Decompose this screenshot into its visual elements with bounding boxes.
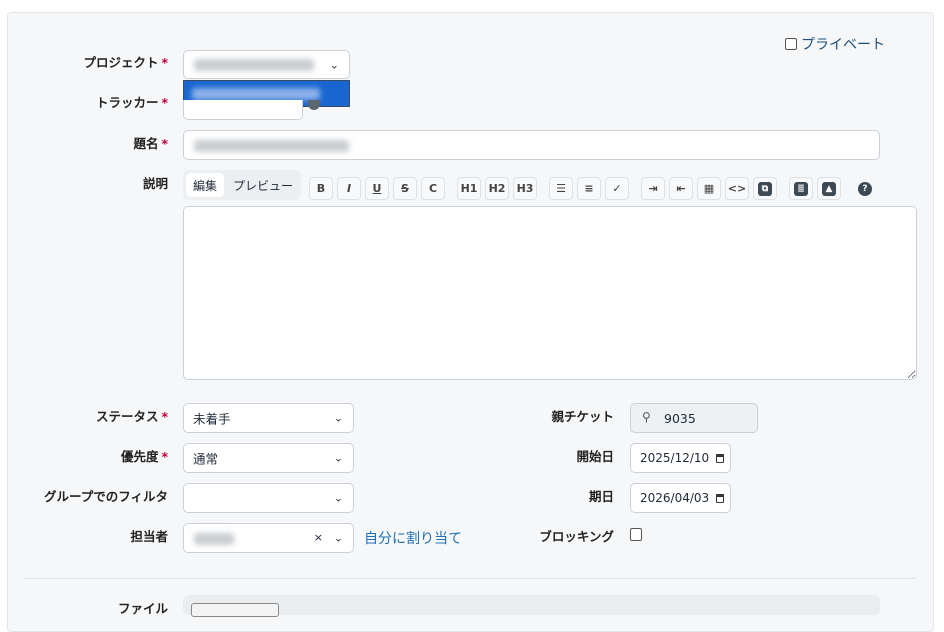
strikethrough-icon: S — [401, 182, 409, 195]
code-block-icon: <> — [727, 182, 747, 195]
italic-icon: I — [346, 182, 352, 195]
project-value-blurred — [194, 59, 314, 71]
bold-button[interactable]: B — [309, 177, 333, 200]
indent-left-button[interactable]: ⇤ — [669, 177, 693, 200]
tab-preview[interactable]: プレビュー — [233, 177, 293, 194]
status-select[interactable]: 未着手 ⌄ — [183, 403, 354, 433]
description-textarea[interactable] — [183, 206, 917, 380]
description-label: 説明 — [142, 176, 168, 191]
wiki-link-icon: ≣ — [794, 181, 808, 196]
calendar-icon[interactable] — [716, 494, 724, 503]
clear-icon[interactable]: × — [314, 531, 323, 544]
h3-button[interactable]: H3 — [513, 177, 537, 200]
chevron-down-icon: ⌄ — [329, 58, 339, 71]
tracker-label: トラッカー * — [95, 95, 168, 110]
h3-icon: H3 — [516, 182, 534, 195]
image-icon: ▲ — [822, 181, 836, 196]
choose-file-button[interactable] — [191, 603, 279, 617]
collapsed-block-button[interactable]: ⧉ — [753, 177, 777, 200]
editor-tabs: 編集 プレビュー — [183, 170, 301, 200]
assign-to-me-link[interactable]: 自分に割り当て — [364, 528, 462, 548]
private-checkbox-label[interactable]: プライベート — [785, 34, 885, 54]
bullet-list-button[interactable]: ☰ — [549, 177, 573, 200]
table-button[interactable]: ▦ — [697, 177, 721, 200]
start-date-label: 開始日 — [576, 449, 614, 464]
numbered-list-icon: ≡ — [584, 182, 594, 195]
divider — [24, 578, 916, 579]
italic-button[interactable]: I — [337, 177, 361, 200]
collapsed-block-icon: ⧉ — [758, 181, 772, 196]
start-date-input[interactable]: 2025/12/10 — [630, 443, 731, 473]
underline-icon: U — [372, 182, 382, 195]
subject-value-blurred — [194, 140, 349, 152]
file-upload-area[interactable] — [183, 595, 880, 617]
tracker-select[interactable] — [183, 100, 303, 120]
assignee-value-blurred — [194, 533, 234, 545]
underline-button[interactable]: U — [365, 177, 389, 200]
due-date-input[interactable]: 2026/04/03 — [630, 483, 731, 513]
group-filter-select[interactable]: ⌄ — [183, 483, 354, 513]
chevron-down-icon: ⌄ — [333, 531, 343, 545]
h1-icon: H1 — [460, 182, 478, 195]
due-date-label: 期日 — [588, 489, 614, 504]
group-filter-label: グループでのフィルタ — [43, 489, 168, 504]
chevron-down-icon: ⌄ — [333, 411, 343, 425]
h1-button[interactable]: H1 — [457, 177, 481, 200]
indent-left-icon: ⇤ — [676, 182, 686, 195]
project-select[interactable]: ⌄ — [183, 50, 350, 79]
code-block-button[interactable]: <> — [725, 177, 749, 200]
private-checkbox[interactable] — [785, 38, 797, 50]
status-label: ステータス * — [95, 409, 168, 424]
chevron-down-icon: ⌄ — [333, 451, 343, 465]
numbered-list-button[interactable]: ≡ — [577, 177, 601, 200]
subject-label: 題名 * — [133, 136, 168, 151]
task-list-icon: ✓ — [612, 182, 622, 195]
code-button[interactable]: C — [421, 177, 445, 200]
files-label: ファイル — [117, 601, 168, 616]
assignee-select[interactable]: × ⌄ — [183, 523, 354, 553]
blocking-label: ブロッキング — [539, 529, 614, 544]
parent-label: 親チケット — [551, 409, 614, 424]
table-icon: ▦ — [703, 182, 715, 195]
priority-label: 優先度 * — [120, 449, 168, 464]
search-icon: ⚲ — [642, 410, 651, 424]
assignee-label: 担当者 — [130, 529, 168, 544]
indent-right-icon: ⇥ — [648, 182, 658, 195]
priority-select[interactable]: 通常 ⌄ — [183, 443, 354, 473]
tab-edit[interactable]: 編集 — [186, 173, 224, 197]
subject-input[interactable] — [183, 130, 880, 160]
code-icon: C — [428, 182, 438, 195]
parent-issue-input[interactable]: ⚲ 9035 — [630, 403, 758, 433]
indent-right-button[interactable]: ⇥ — [641, 177, 665, 200]
help-icon: ? — [858, 181, 872, 196]
chevron-down-icon: ⌄ — [333, 491, 343, 505]
h2-button[interactable]: H2 — [485, 177, 509, 200]
project-label: プロジェクト * — [83, 55, 168, 70]
h2-icon: H2 — [488, 182, 506, 195]
calendar-icon[interactable] — [716, 454, 724, 463]
blocking-checkbox[interactable] — [630, 528, 642, 541]
image-button[interactable]: ▲ — [817, 177, 841, 200]
bold-icon: B — [316, 182, 326, 195]
help-button[interactable]: ? — [853, 177, 877, 200]
strikethrough-button[interactable]: S — [393, 177, 417, 200]
bullet-list-icon: ☰ — [556, 182, 566, 195]
wiki-link-button[interactable]: ≣ — [789, 177, 813, 200]
option-blurred — [192, 88, 320, 100]
task-list-button[interactable]: ✓ — [605, 177, 629, 200]
